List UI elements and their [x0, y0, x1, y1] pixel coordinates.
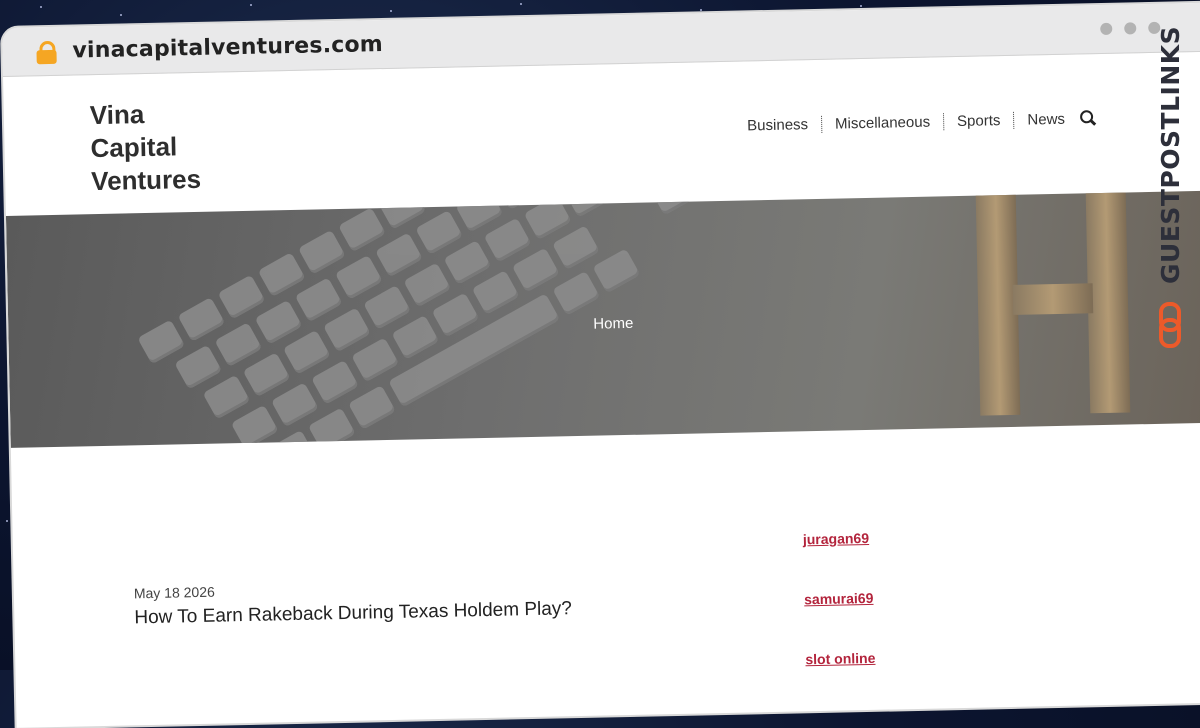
browser-window: vinacapitalventures.com Vina Capital Ven…: [2, 2, 1200, 728]
chain-link-icon: [1159, 302, 1181, 348]
sidebar-link[interactable]: samurai69: [804, 590, 874, 607]
window-dot-icon[interactable]: [1124, 22, 1137, 35]
guestpostlinks-badge: GUESTPOSTLINKS: [1152, 26, 1196, 354]
nav-item-news[interactable]: News: [1013, 110, 1079, 129]
window-controls: [1100, 21, 1161, 35]
main-nav: Business Miscellaneous Sports News: [734, 110, 1079, 135]
sidebar-link[interactable]: slot online: [805, 650, 875, 667]
page-title: Home: [593, 314, 634, 333]
wooden-letter-image: [956, 190, 1161, 426]
nav-item-miscellaneous[interactable]: Miscellaneous: [820, 113, 944, 133]
window-dot-icon[interactable]: [1100, 22, 1113, 35]
post-title[interactable]: How To Earn Rakeback During Texas Holdem…: [134, 598, 572, 629]
sidebar-link[interactable]: juragan69: [803, 530, 873, 547]
main-content: May 18 2026 How To Earn Rakeback During …: [11, 422, 1200, 707]
address-bar-url[interactable]: vinacapitalventures.com: [72, 32, 383, 63]
logo-line: Capital: [90, 131, 178, 164]
logo-line: Ventures: [90, 163, 202, 197]
keyboard-image: [137, 190, 839, 448]
badge-text: GUESTPOSTLINKS: [1156, 25, 1185, 284]
sidebar-links: juragan69 samurai69 slot online: [803, 530, 877, 711]
lock-icon: [36, 40, 57, 65]
site-logo[interactable]: Vina Capital Ventures: [90, 97, 202, 198]
nav-item-business[interactable]: Business: [734, 116, 821, 135]
logo-line: Vina: [89, 99, 145, 131]
post-date: May 18 2026: [133, 583, 215, 602]
search-icon[interactable]: [1079, 110, 1097, 126]
hero-banner: Home: [5, 190, 1200, 448]
site-header: Vina Capital Ventures Business Miscellan…: [3, 51, 1200, 217]
nav-item-sports[interactable]: Sports: [942, 111, 1014, 131]
